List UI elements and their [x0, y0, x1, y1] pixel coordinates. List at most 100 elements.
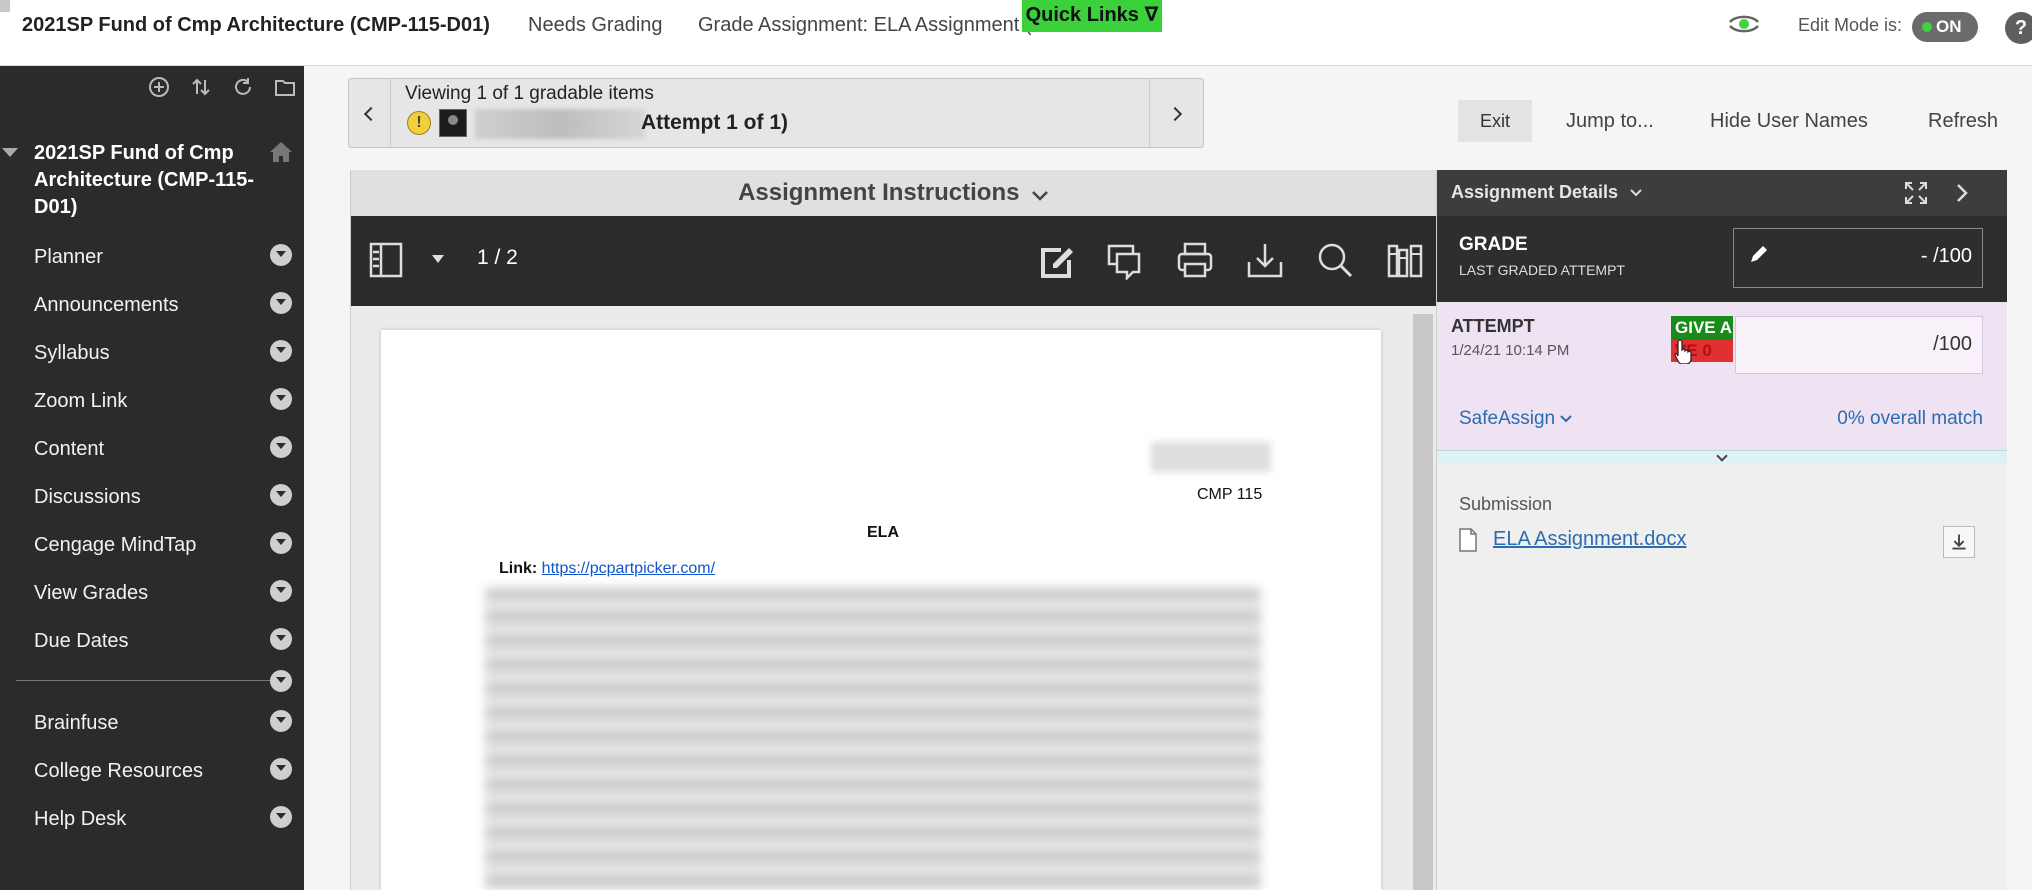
blurred-header-text: [1151, 442, 1271, 472]
chevron-down-icon[interactable]: [270, 580, 292, 602]
grade-sublabel: LAST GRADED ATTEMPT: [1459, 262, 1625, 278]
grade-override-field[interactable]: - /100: [1733, 228, 1983, 288]
document-scrollbar[interactable]: [1413, 314, 1433, 890]
chevron-down-icon[interactable]: [270, 670, 292, 692]
student-preview-icon[interactable]: [1726, 10, 1762, 38]
document-link[interactable]: https://pcpartpicker.com/: [542, 560, 715, 577]
document-link-label: Link:: [499, 560, 538, 577]
chevron-down-icon: [1032, 190, 1048, 201]
collapse-caret-icon[interactable]: [2, 148, 18, 157]
pencil-icon[interactable]: [1748, 243, 1770, 265]
safeassign-toggle[interactable]: SafeAssign: [1459, 408, 1573, 430]
sidebar-item-syllabus[interactable]: Syllabus: [0, 334, 304, 374]
chevron-down-icon[interactable]: [270, 758, 292, 780]
give-a-button[interactable]: GIVE A: [1671, 316, 1733, 340]
sidebar-item-label: Due Dates: [34, 630, 129, 652]
submission-file-link[interactable]: ELA Assignment.docx: [1493, 528, 1686, 551]
assignment-instructions-toggle[interactable]: Assignment Instructions: [351, 170, 1437, 216]
chevron-down-icon[interactable]: [270, 710, 292, 732]
sidebar-item-brainfuse[interactable]: Brainfuse: [0, 704, 304, 744]
sidebar-tools: [148, 76, 296, 98]
document-title: ELA: [867, 524, 899, 541]
reorder-icon[interactable]: [190, 76, 212, 98]
safeassign-label: SafeAssign: [1459, 408, 1556, 429]
sidebar-item-help-desk[interactable]: Help Desk: [0, 800, 304, 840]
breadcrumb-needs-grading[interactable]: Needs Grading: [528, 14, 663, 37]
download-icon[interactable]: [1245, 240, 1285, 280]
download-icon: [1952, 534, 1966, 550]
refresh-icon[interactable]: [232, 76, 254, 98]
chevron-down-icon[interactable]: [270, 292, 292, 314]
assignment-instructions-title: Assignment Instructions: [738, 179, 1020, 206]
sidebar-item-announcements[interactable]: Announcements: [0, 286, 304, 326]
quick-links-button[interactable]: Quick Links ∇: [1022, 0, 1162, 32]
submission-label: Submission: [1459, 494, 1553, 514]
chevron-down-icon: [1630, 189, 1642, 197]
blurred-student-name: [475, 109, 645, 139]
sidebar-item-label: Planner: [34, 246, 103, 268]
annotate-icon[interactable]: [1035, 240, 1075, 280]
library-icon[interactable]: [1385, 240, 1425, 280]
blurred-body-text: [485, 588, 1261, 890]
grade-label: GRADE: [1459, 234, 1528, 255]
collapse-panel-icon[interactable]: [1951, 182, 1973, 204]
gradable-item-navigator: Viewing 1 of 1 gradable items ! Attempt …: [348, 78, 1204, 148]
exit-button[interactable]: Exit: [1458, 100, 1532, 142]
sidebar-item-due-dates[interactable]: Due Dates: [0, 622, 304, 662]
attempt-row: ATTEMPT 1/24/21 10:14 PM GIVE A VE 0 /10…: [1437, 302, 2007, 450]
previous-item-button[interactable]: [349, 79, 391, 147]
home-icon[interactable]: [268, 140, 294, 164]
warning-icon: !: [407, 111, 431, 135]
comment-icon[interactable]: [1105, 240, 1145, 282]
help-icon[interactable]: ?: [2005, 12, 2032, 44]
chevron-down-icon[interactable]: [270, 388, 292, 410]
attempt-grade-input[interactable]: /100: [1735, 316, 1983, 374]
download-button[interactable]: [1943, 526, 1975, 558]
sidebar-item-zoom-link[interactable]: Zoom Link: [0, 382, 304, 422]
jump-to-link[interactable]: Jump to...: [1566, 100, 1654, 142]
document-scroll-area[interactable]: CMP 115 ELA Link: https://pcpartpicker.c…: [351, 306, 1437, 890]
safeassign-match[interactable]: 0% overall match: [1837, 408, 1983, 430]
assignment-details-title: Assignment Details: [1451, 182, 1643, 203]
print-icon[interactable]: [1175, 240, 1215, 280]
expand-icon[interactable]: [1903, 180, 1929, 206]
add-menu-item-icon[interactable]: [148, 76, 170, 98]
sidebar-item-discussions[interactable]: Discussions: [0, 478, 304, 518]
sidebar-course-title[interactable]: 2021SP Fund of Cmp Architecture (CMP-115…: [34, 140, 264, 221]
assignment-details-header[interactable]: Assignment Details: [1437, 170, 2007, 216]
chevron-down-icon[interactable]: [270, 806, 292, 828]
sidebar-item-label: Discussions: [34, 486, 141, 508]
edit-mode-toggle[interactable]: ON: [1912, 12, 1978, 42]
sidebar-item-planner[interactable]: Planner: [0, 238, 304, 278]
chevron-down-icon[interactable]: [270, 628, 292, 650]
chevron-down-icon[interactable]: [270, 340, 292, 362]
sidebar-divider: [16, 680, 274, 681]
sidebar-item-view-grades[interactable]: View Grades: [0, 574, 304, 614]
collapse-bar[interactable]: [1437, 450, 2007, 464]
assignment-details-label: Assignment Details: [1451, 182, 1619, 202]
folder-icon[interactable]: [274, 76, 296, 98]
chevron-down-icon[interactable]: [270, 436, 292, 458]
avatar: [439, 109, 467, 137]
sidebar-item-label: Content: [34, 438, 105, 460]
sidebar-toggle-icon[interactable]: [367, 240, 407, 280]
sidebar-item-cengage-mindtap[interactable]: Cengage MindTap: [0, 526, 304, 566]
refresh-link[interactable]: Refresh: [1928, 100, 1998, 142]
sidebar-item-label: Announcements: [34, 294, 179, 316]
caret-down-icon[interactable]: [431, 254, 445, 264]
sidebar-item-label: Zoom Link: [34, 390, 128, 412]
breadcrumb-course[interactable]: 2021SP Fund of Cmp Architecture (CMP-115…: [22, 14, 490, 37]
next-item-button[interactable]: [1149, 79, 1203, 147]
hide-user-names-link[interactable]: Hide User Names: [1710, 100, 1868, 142]
sidebar-item-content[interactable]: Content: [0, 430, 304, 470]
document-toolbar: 1 / 2: [351, 216, 1437, 306]
chevron-down-icon[interactable]: [270, 244, 292, 266]
sidebar-item-label: Brainfuse: [34, 712, 119, 734]
sidebar-item-college-resources[interactable]: College Resources: [0, 752, 304, 792]
chevron-down-icon[interactable]: [270, 532, 292, 554]
chevron-down-icon[interactable]: [270, 484, 292, 506]
viewing-count: Viewing 1 of 1 gradable items: [405, 83, 654, 104]
breadcrumb-grade-assignment: Grade Assignment: ELA Assignment (: [698, 14, 1032, 36]
grade-value: - /100: [1921, 245, 1972, 268]
search-icon[interactable]: [1315, 240, 1355, 280]
